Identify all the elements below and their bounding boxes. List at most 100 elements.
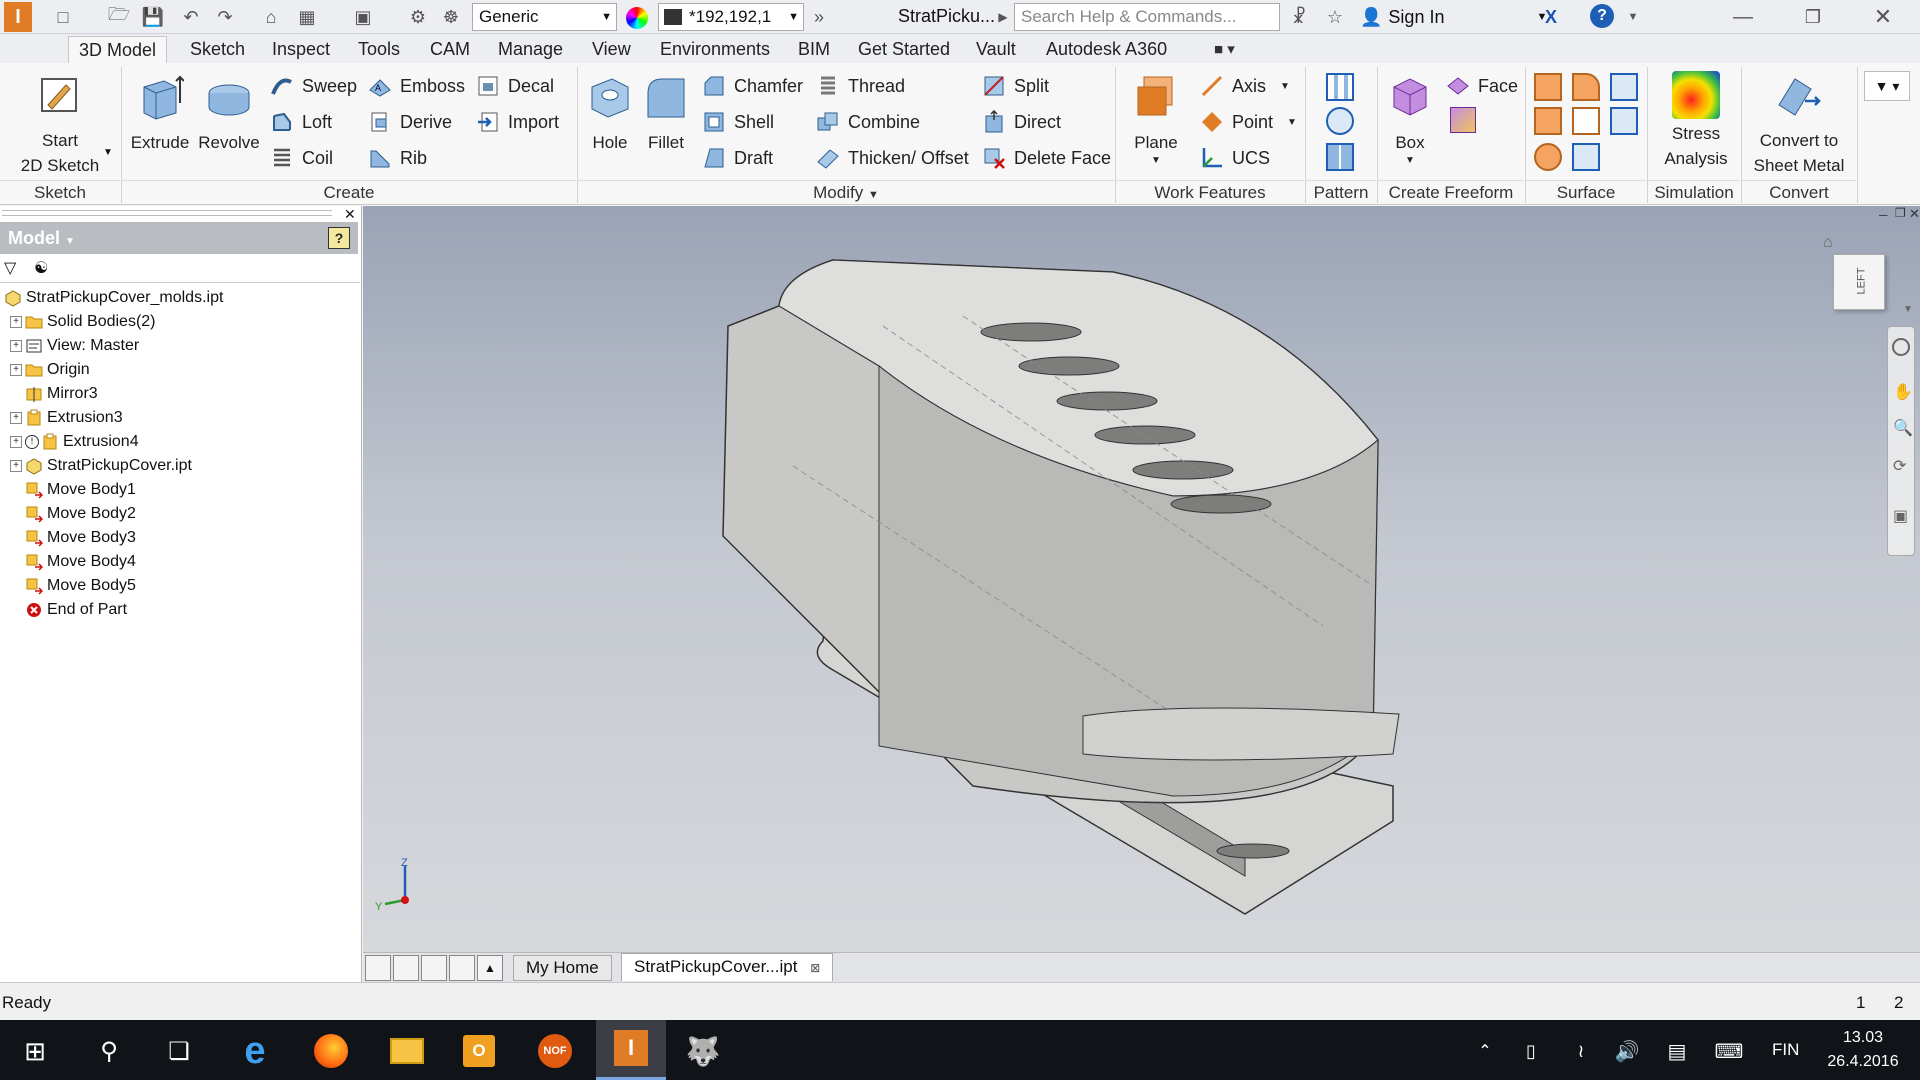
stress-analysis-button[interactable]: Stress Analysis <box>1650 71 1742 171</box>
windows-start-icon[interactable]: ⊞ <box>12 1028 58 1074</box>
filter-icon[interactable]: ▽ <box>4 258 16 278</box>
search-expand-icon[interactable]: ▶ <box>990 4 1016 30</box>
close-icon[interactable]: ✕ <box>1870 4 1896 30</box>
tab-tools[interactable]: Tools <box>348 36 410 63</box>
tree-item[interactable]: + Solid Bodies(2) <box>10 310 156 334</box>
ribbon-options-icon[interactable]: ■ ▾ <box>1214 40 1235 58</box>
revolve-button[interactable]: Revolve <box>194 73 264 155</box>
tab-cam[interactable]: CAM <box>420 36 480 63</box>
open-folder-icon[interactable]: 🗁 <box>106 4 132 30</box>
ucs-button[interactable]: UCS <box>1200 143 1270 173</box>
chevron-down-icon[interactable]: ▼ <box>103 147 113 158</box>
tab-bim[interactable]: BIM <box>788 36 840 63</box>
panel-drag-bar[interactable] <box>2 210 332 216</box>
viewport-close-icon[interactable]: ✕ <box>1909 206 1920 222</box>
tree-item[interactable]: +! Extrusion4 <box>10 430 139 454</box>
viewcube-menu-icon[interactable]: ▼ <box>1903 304 1913 315</box>
minimize-icon[interactable]: — <box>1730 4 1756 30</box>
start-2d-sketch-button[interactable]: Start 2D Sketch <box>10 71 110 178</box>
tab-autodesk-a360[interactable]: Autodesk A360 <box>1036 36 1177 63</box>
input-language[interactable]: FIN <box>1772 1040 1799 1060</box>
close-tab-icon[interactable]: ⊠ <box>810 961 820 975</box>
stitch-icon[interactable] <box>1534 73 1562 101</box>
rib-button[interactable]: Rib <box>368 143 427 173</box>
tree-item[interactable]: StratPickupCover_molds.ipt <box>4 286 223 310</box>
tab-document[interactable]: StratPickupCover...ipt ⊠ <box>621 953 834 981</box>
cascade-icon[interactable] <box>365 955 391 981</box>
coil-button[interactable]: Coil <box>270 143 333 173</box>
patch-icon[interactable] <box>1572 73 1600 101</box>
thread-button[interactable]: Thread <box>816 71 905 101</box>
split-button[interactable]: Split <box>982 71 1049 101</box>
group-label-modify[interactable]: Modify ▼ <box>578 180 1114 204</box>
browser-help-icon[interactable]: ? <box>328 227 350 249</box>
circular-pattern-icon[interactable] <box>1326 107 1354 135</box>
combine-button[interactable]: Combine <box>816 107 920 137</box>
shell-button[interactable]: Shell <box>702 107 774 137</box>
zoom-icon[interactable]: 🔍 <box>1893 418 1913 438</box>
emboss-button[interactable]: A Emboss <box>368 71 465 101</box>
tab-sketch[interactable]: Sketch <box>180 36 255 63</box>
extend-icon[interactable] <box>1610 107 1638 135</box>
chamfer-button[interactable]: Chamfer <box>702 71 803 101</box>
trim-icon[interactable] <box>1572 107 1600 135</box>
rectangular-pattern-icon[interactable] <box>1326 73 1354 101</box>
tree-item[interactable]: + StratPickupCover.ipt <box>10 454 192 478</box>
chevron-up-icon[interactable]: ⌃ <box>1462 1028 1508 1074</box>
hole-button[interactable]: Hole <box>584 73 636 155</box>
steering-wheel-icon[interactable] <box>1892 338 1910 356</box>
internet-explorer-icon[interactable]: e <box>232 1028 278 1074</box>
tree-item[interactable]: + View: Master <box>10 334 139 358</box>
replace-face-icon[interactable] <box>1534 143 1562 171</box>
tree-item[interactable]: Move Body1 <box>10 478 136 502</box>
help-icon[interactable]: ? <box>1590 4 1614 28</box>
keyboard-icon[interactable]: ⌨ <box>1706 1028 1752 1074</box>
viewcube-home-icon[interactable]: ⌂ <box>1823 234 1833 252</box>
clock[interactable]: 13.03 26.4.2016 <box>1818 1026 1908 1074</box>
tree-item[interactable]: + Origin <box>10 358 90 382</box>
tab-my-home[interactable]: My Home <box>513 955 612 981</box>
volume-icon[interactable]: 🔊 <box>1604 1028 1650 1074</box>
freeform-box-button[interactable]: Box ▼ <box>1382 73 1438 167</box>
update-icon[interactable]: ⚙ <box>405 4 431 30</box>
plane-button[interactable]: Plane ▼ <box>1126 73 1186 167</box>
inventor-taskbar-button[interactable]: I <box>596 1020 666 1080</box>
boundary-patch-icon[interactable] <box>1534 107 1562 135</box>
point-button[interactable]: Point ▼ <box>1200 107 1297 137</box>
battery-icon[interactable]: ▯ <box>1508 1028 1554 1074</box>
tree-item[interactable]: End of Part <box>10 598 127 622</box>
tab-get-started[interactable]: Get Started <box>848 36 960 63</box>
tab-view[interactable]: View <box>582 36 641 63</box>
chevron-up-icon[interactable]: ▲ <box>477 955 503 981</box>
app-logo-icon[interactable]: I <box>4 2 32 32</box>
find-icon[interactable]: ☯ <box>34 258 48 278</box>
firefox-icon[interactable] <box>308 1028 354 1074</box>
freeform-convert-icon[interactable] <box>1450 107 1476 133</box>
return-icon[interactable]: ▦ <box>294 4 320 30</box>
tab-manage[interactable]: Manage <box>488 36 573 63</box>
tab-3d-model[interactable]: 3D Model <box>68 36 168 63</box>
repair-icon[interactable] <box>1572 143 1600 171</box>
mirror-icon[interactable] <box>1326 143 1354 171</box>
sweep-button[interactable]: Sweep <box>270 71 357 101</box>
tree-item[interactable]: Mirror3 <box>10 382 98 406</box>
select-filter-icon[interactable]: ▣ <box>350 4 376 30</box>
binoculars-icon[interactable]: ☧ <box>1286 4 1312 30</box>
expand-toggle-icon[interactable]: + <box>10 436 22 448</box>
home-icon[interactable]: ⌂ <box>258 4 284 30</box>
pan-icon[interactable]: ✋ <box>1893 382 1913 402</box>
import-button[interactable]: Import <box>476 107 559 137</box>
tree-item[interactable]: Move Body2 <box>10 502 136 526</box>
material-dropdown[interactable]: Generic ▼ <box>472 3 617 31</box>
delete-face-button[interactable]: Delete Face <box>982 143 1111 173</box>
tree-item[interactable]: Move Body4 <box>10 550 136 574</box>
orbit-icon[interactable]: ⟳ <box>1893 456 1906 476</box>
expand-toggle-icon[interactable]: + <box>10 316 22 328</box>
tree-item[interactable]: + Extrusion3 <box>10 406 123 430</box>
star-icon[interactable]: ☆ <box>1322 4 1348 30</box>
3d-model[interactable] <box>363 206 1920 952</box>
decal-button[interactable]: Decal <box>476 71 554 101</box>
sculpt-icon[interactable] <box>1610 73 1638 101</box>
settings-icon[interactable]: ☸ <box>438 4 464 30</box>
exchange-icon[interactable]: X <box>1538 4 1564 30</box>
